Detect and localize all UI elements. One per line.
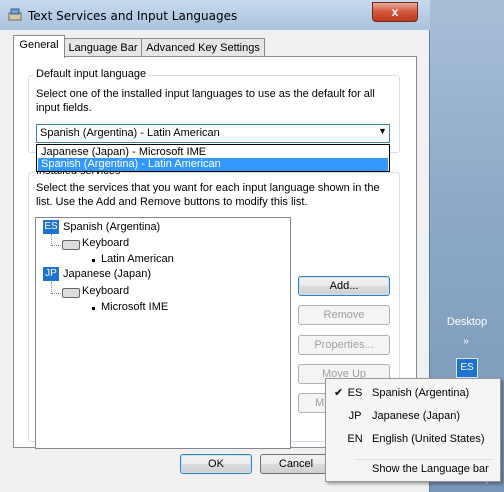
close-button[interactable]: x — [372, 2, 418, 22]
tab-advanced-key-settings[interactable]: Advanced Key Settings — [141, 38, 265, 57]
menu-item-label: English (United States) — [372, 433, 485, 445]
tree-language-japanese[interactable]: Japanese (Japan) — [63, 268, 151, 280]
installed-services-description: Select the services that you want for ea… — [36, 182, 380, 208]
keyboard-app-icon — [8, 8, 22, 21]
menu-item-spanish[interactable]: ✔ ES Spanish (Argentina) — [328, 383, 498, 403]
tree-service-latin-american[interactable]: Latin American — [101, 253, 174, 265]
default-language-group-title: Default input language — [34, 68, 149, 80]
language-flag-jp: JP — [43, 267, 59, 281]
properties-button[interactable]: Properties... — [298, 335, 390, 355]
default-language-dropdown-list: Japanese (Japan) - Microsoft IME Spanish… — [36, 144, 390, 172]
keyboard-icon — [62, 240, 80, 250]
add-button[interactable]: Add... — [298, 276, 390, 296]
menu-item-code: EN — [347, 433, 363, 445]
menu-item-code: ES — [347, 387, 363, 399]
tab-language-bar[interactable]: Language Bar — [64, 38, 142, 57]
bullet-icon — [92, 307, 95, 310]
taskbar-language-indicator[interactable]: ES — [456, 358, 478, 378]
ok-button[interactable]: OK — [180, 454, 252, 474]
menu-item-english[interactable]: EN English (United States) — [328, 429, 498, 449]
menu-item-label: Show the Language bar — [372, 463, 489, 475]
checkmark-icon: ✔ — [334, 387, 344, 399]
cancel-button[interactable]: Cancel — [260, 454, 332, 474]
tab-general[interactable]: General — [13, 35, 65, 58]
title-bar[interactable]: Text Services and Input Languages x — [0, 0, 430, 30]
taskbar-desktop-label[interactable]: Desktop — [437, 316, 497, 328]
keyboard-icon — [62, 288, 80, 298]
dialog-title: Text Services and Input Languages — [28, 9, 238, 23]
remove-button[interactable]: Remove — [298, 305, 390, 325]
chevron-down-icon[interactable]: ▼ — [378, 126, 387, 136]
default-language-description: Select one of the installed input langua… — [36, 88, 375, 114]
dropdown-option-spanish[interactable]: Spanish (Argentina) - Latin American — [38, 158, 388, 171]
tree-language-spanish[interactable]: Spanish (Argentina) — [63, 221, 160, 233]
tree-category-keyboard[interactable]: Keyboard — [82, 237, 129, 249]
tree-connector — [51, 293, 61, 294]
tree-connector — [51, 245, 61, 246]
tree-service-microsoft-ime[interactable]: Microsoft IME — [101, 301, 168, 313]
menu-item-japanese[interactable]: JP Japanese (Japan) — [328, 406, 498, 426]
taskbar-chevron-icon[interactable]: » — [458, 336, 474, 347]
tree-category-keyboard[interactable]: Keyboard — [82, 285, 129, 297]
menu-item-label: Japanese (Japan) — [372, 410, 461, 422]
installed-services-tree[interactable] — [35, 217, 291, 449]
language-flag-es: ES — [43, 220, 59, 234]
default-language-selected: Spanish (Argentina) - Latin American — [40, 127, 220, 139]
menu-item-code: JP — [348, 410, 362, 422]
menu-item-label: Spanish (Argentina) — [372, 387, 470, 399]
language-context-menu: ✔ ES Spanish (Argentina) JP Japanese (Ja… — [325, 378, 501, 482]
bullet-icon — [92, 259, 95, 262]
menu-item-show-language-bar[interactable]: Show the Language bar — [328, 459, 498, 479]
